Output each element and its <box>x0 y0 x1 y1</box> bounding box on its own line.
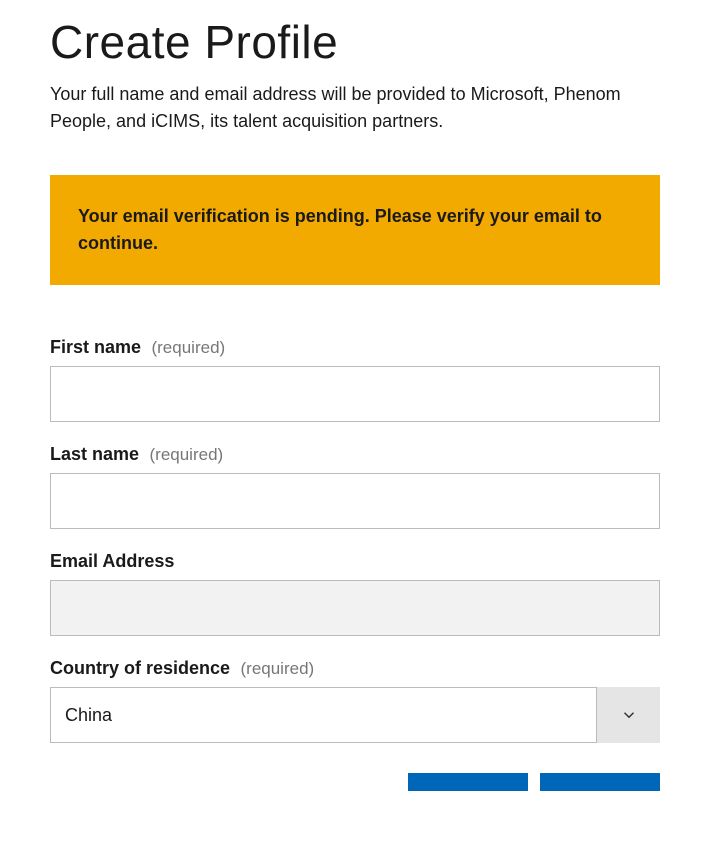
page-title: Create Profile <box>50 15 660 69</box>
country-label: Country of residence <box>50 658 230 679</box>
last-name-group: Last name (required) <box>50 444 660 521</box>
button-row <box>50 773 660 791</box>
first-name-input[interactable] <box>50 366 660 422</box>
last-name-input[interactable] <box>50 473 660 529</box>
alert-message: Your email verification is pending. Plea… <box>78 203 632 257</box>
email-label: Email Address <box>50 551 174 572</box>
page-subtitle: Your full name and email address will be… <box>50 81 660 135</box>
country-select[interactable]: China <box>50 687 660 743</box>
first-name-label: First name <box>50 337 141 358</box>
first-name-required: (required) <box>151 338 225 357</box>
last-name-label: Last name <box>50 444 139 465</box>
email-group: Email Address <box>50 551 660 628</box>
country-group: Country of residence (required) China <box>50 658 660 743</box>
action-button-2[interactable] <box>540 773 660 791</box>
last-name-required: (required) <box>150 445 224 464</box>
alert-banner: Your email verification is pending. Plea… <box>50 175 660 285</box>
country-required: (required) <box>241 659 315 678</box>
first-name-group: First name (required) <box>50 337 660 414</box>
email-input <box>50 580 660 636</box>
action-button-1[interactable] <box>408 773 528 791</box>
